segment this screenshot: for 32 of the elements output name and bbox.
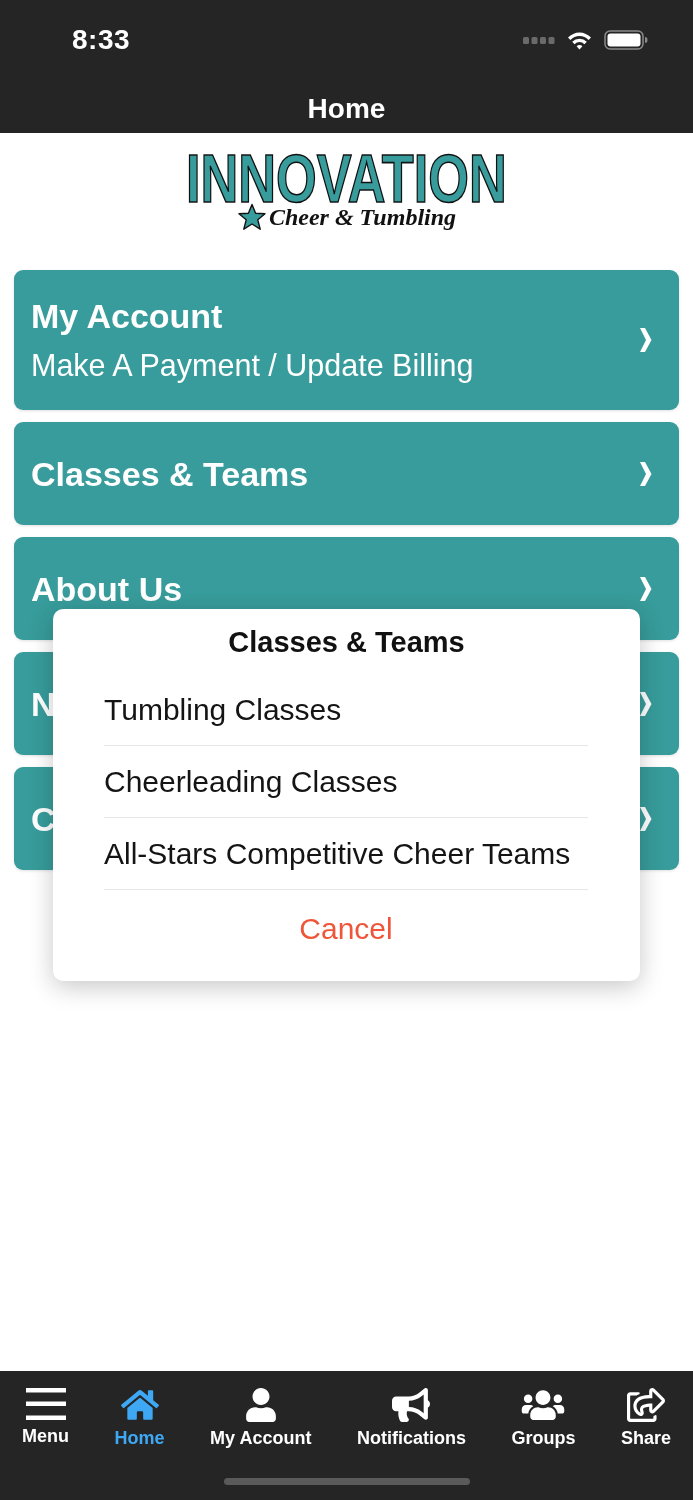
menu-tab[interactable]: Menu: [22, 1388, 69, 1447]
share-tab[interactable]: Share: [620, 1388, 671, 1449]
card-title: N: [31, 685, 56, 722]
megaphone-icon: [392, 1388, 431, 1422]
people-icon: [521, 1388, 566, 1422]
chevron-right-icon: [639, 575, 652, 602]
sheet-option[interactable]: Tumbling Classes: [104, 691, 342, 728]
signal-icon: [523, 36, 555, 44]
sheet-option[interactable]: All-Stars Competitive Cheer Teams: [104, 835, 571, 872]
sheet-option[interactable]: Cheerleading Classes: [104, 763, 398, 800]
logo-tagline: Cheer & Tumbling: [268, 203, 457, 231]
card-title: My Account: [31, 298, 224, 334]
share-icon: [627, 1388, 665, 1422]
card-title: Classes & Teams: [31, 455, 309, 492]
chevron-right-icon: [639, 460, 652, 487]
card-subtitle: Make A Payment / Update Billing: [31, 348, 474, 382]
card-title: About Us: [31, 570, 183, 607]
wifi-icon: [567, 30, 592, 50]
star-icon: [236, 203, 267, 231]
home-tab[interactable]: Home: [114, 1388, 165, 1449]
menu-icon: [25, 1388, 66, 1420]
house-icon: [120, 1388, 159, 1422]
battery-icon: [604, 30, 648, 50]
person-icon: [245, 1388, 276, 1422]
chevron-right-icon: [639, 327, 652, 353]
logo-wordmark: INNOVATION: [186, 153, 507, 203]
notifications-tab[interactable]: Notifications: [356, 1388, 466, 1449]
nav-title: Home: [307, 92, 386, 125]
status-time: 8:33: [72, 24, 131, 56]
card-title: C: [31, 800, 56, 837]
groups-tab[interactable]: Groups: [511, 1388, 576, 1449]
account-tab[interactable]: My Account: [210, 1388, 312, 1449]
